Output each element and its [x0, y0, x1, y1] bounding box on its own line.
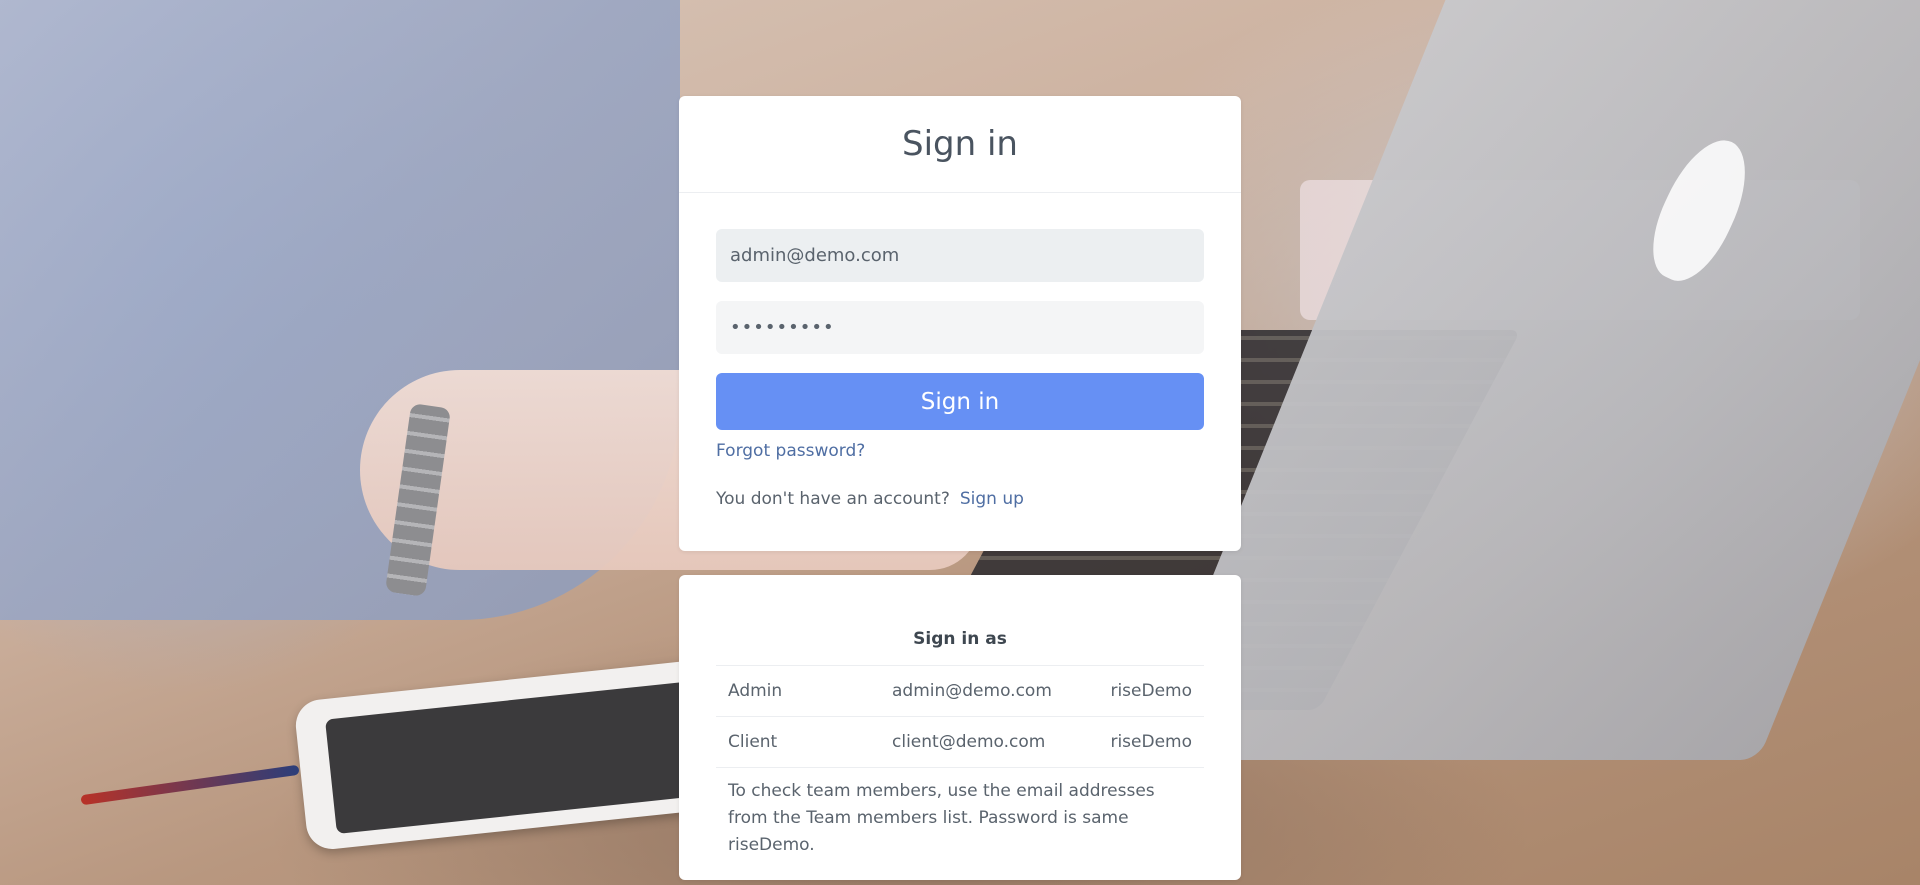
signin-card: Sign in Sign in Forgot password? You don… — [679, 96, 1241, 551]
account-email: admin@demo.com — [880, 665, 1086, 717]
demo-accounts-card: Sign in as Admin admin@demo.com riseDemo… — [679, 575, 1241, 880]
email-field[interactable] — [716, 229, 1204, 282]
team-members-note: To check team members, use the email add… — [728, 781, 1155, 855]
signup-link[interactable]: Sign up — [960, 489, 1024, 509]
table-row[interactable]: Client client@demo.com riseDemo — [716, 716, 1204, 768]
table-header-row: Sign in as — [716, 613, 1204, 666]
background-pen — [80, 764, 300, 806]
demo-accounts-body: Sign in as Admin admin@demo.com riseDemo… — [679, 575, 1241, 859]
signin-form: Sign in Forgot password? You don't have … — [679, 193, 1241, 509]
demo-accounts-table: Sign in as Admin admin@demo.com riseDemo… — [716, 613, 1204, 768]
password-field[interactable] — [716, 301, 1204, 354]
account-role: Admin — [716, 665, 880, 717]
forgot-password-link[interactable]: Forgot password? — [716, 441, 865, 461]
signup-row: You don't have an account? Sign up — [716, 489, 1204, 509]
account-role: Client — [716, 716, 880, 768]
account-password: riseDemo — [1085, 665, 1204, 717]
signin-card-header: Sign in — [679, 96, 1241, 193]
signin-button[interactable]: Sign in — [716, 373, 1204, 430]
account-email: client@demo.com — [880, 716, 1086, 768]
no-account-text: You don't have an account? — [716, 489, 950, 509]
demo-heading: Sign in as — [716, 613, 1204, 666]
page-title: Sign in — [902, 124, 1018, 164]
table-row[interactable]: Admin admin@demo.com riseDemo — [716, 665, 1204, 717]
account-password: riseDemo — [1085, 716, 1204, 768]
